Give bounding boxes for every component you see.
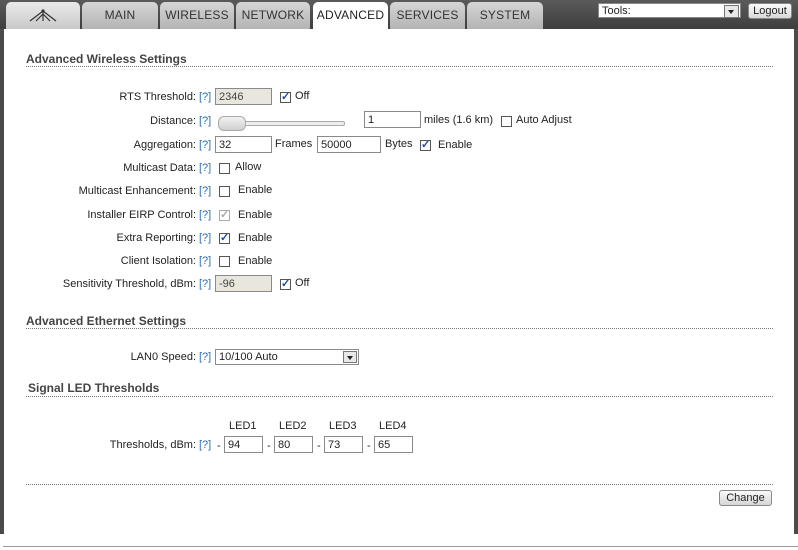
divider [3, 546, 798, 547]
divider [26, 484, 773, 485]
rts-off-checkbox[interactable] [280, 90, 291, 103]
multicast-enhancement-label: Multicast Enhancement: [78, 185, 196, 197]
tab-system[interactable]: SYSTEM [467, 2, 543, 29]
sensitivity-off-checkbox[interactable] [280, 277, 291, 290]
auto-adjust-checkbox[interactable] [501, 116, 512, 127]
installer-eirp-label: Installer EIRP Control: [87, 209, 196, 221]
aggregation-enable-checkbox[interactable] [420, 138, 431, 151]
section-title-led: Signal LED Thresholds [28, 381, 160, 395]
help-link[interactable]: [?] [199, 162, 211, 174]
aggregation-bytes-input[interactable] [317, 136, 381, 153]
frames-label: Frames [275, 138, 313, 150]
tab-wireless[interactable]: WIRELESS [160, 2, 234, 29]
distance-label: Distance: [150, 115, 196, 127]
sensitivity-threshold-input[interactable] [215, 275, 272, 292]
led3-threshold-input[interactable] [324, 436, 363, 453]
led4-header: LED4 [379, 420, 407, 432]
lan0-speed-select[interactable]: 10/100 Auto [215, 349, 359, 365]
help-link[interactable]: [?] [199, 278, 211, 290]
aggregation-frames-input[interactable] [215, 136, 272, 153]
multicast-data-label: Multicast Data: [123, 162, 196, 174]
rts-threshold-input[interactable] [215, 88, 272, 105]
dash: - [367, 440, 371, 452]
led2-header: LED2 [279, 420, 307, 432]
tools-select[interactable]: Tools: [598, 3, 741, 18]
led1-header: LED1 [229, 420, 257, 432]
led1-threshold-input[interactable] [224, 436, 263, 453]
tab-advanced[interactable]: ADVANCED [313, 2, 388, 30]
auto-adjust-label: Auto Adjust [516, 114, 572, 126]
lan0-speed-label: LAN0 Speed: [130, 351, 196, 363]
section-title-ethernet: Advanced Ethernet Settings [26, 314, 187, 328]
extra-reporting-enable-label: Enable [238, 232, 273, 244]
rts-off-label: Off [295, 90, 310, 102]
help-link[interactable]: [?] [199, 209, 211, 221]
client-isolation-enable-label: Enable [238, 255, 273, 267]
rts-threshold-label: RTS Threshold: [119, 91, 196, 103]
installer-eirp-enable-label: Enable [238, 209, 273, 221]
bottom-strip [0, 534, 798, 550]
divider [26, 66, 773, 67]
divider [26, 328, 773, 329]
multicast-data-checkbox[interactable] [219, 163, 230, 174]
help-link[interactable]: [?] [199, 351, 211, 363]
chevron-down-icon[interactable] [343, 351, 357, 363]
multicast-enhancement-checkbox[interactable] [219, 186, 230, 197]
bytes-label: Bytes [385, 138, 413, 150]
extra-reporting-label: Extra Reporting: [116, 232, 196, 244]
logout-button[interactable]: Logout [748, 3, 792, 19]
help-link[interactable]: [?] [199, 139, 211, 151]
dash: - [267, 440, 271, 452]
dash: - [317, 440, 321, 452]
installer-eirp-checkbox[interactable] [219, 208, 230, 221]
lan0-speed-value: 10/100 Auto [219, 351, 278, 363]
sensitivity-off-label: Off [295, 277, 310, 289]
extra-reporting-checkbox[interactable] [219, 231, 230, 244]
change-button[interactable]: Change [719, 490, 772, 506]
tools-select-value: Tools: [602, 5, 631, 17]
logo-tab[interactable] [6, 2, 80, 29]
help-link[interactable]: [?] [199, 91, 211, 103]
divider [26, 396, 773, 397]
aggregation-enable-label: Enable [438, 139, 473, 151]
client-isolation-label: Client Isolation: [120, 255, 196, 267]
dash: - [217, 440, 221, 452]
multicast-enhancement-enable-label: Enable [238, 184, 273, 196]
top-navigation-bar: MAIN WIRELESS NETWORK ADVANCED SERVICES … [0, 0, 798, 30]
distance-input[interactable] [364, 111, 421, 128]
help-link[interactable]: [?] [199, 232, 211, 244]
thresholds-label: Thresholds, dBm: [109, 439, 196, 451]
tab-services[interactable]: SERVICES [390, 2, 465, 29]
help-link[interactable]: [?] [199, 115, 211, 127]
distance-unit-label: miles (1.6 km) [424, 114, 494, 126]
client-isolation-checkbox[interactable] [219, 256, 230, 267]
tab-network[interactable]: NETWORK [236, 2, 310, 29]
tab-main[interactable]: MAIN [82, 2, 158, 29]
led4-threshold-input[interactable] [374, 436, 413, 453]
aggregation-label: Aggregation: [133, 139, 196, 151]
help-link[interactable]: [?] [199, 439, 211, 451]
multicast-data-allow-label: Allow [235, 161, 262, 173]
help-link[interactable]: [?] [199, 255, 211, 267]
distance-slider-handle[interactable] [218, 116, 246, 131]
ubiquiti-logo-icon [29, 9, 57, 22]
help-link[interactable]: [?] [199, 185, 211, 197]
sensitivity-threshold-label: Sensitivity Threshold, dBm: [62, 278, 196, 290]
led3-header: LED3 [329, 420, 357, 432]
section-title-wireless: Advanced Wireless Settings [26, 52, 187, 66]
chevron-down-icon[interactable] [724, 5, 739, 18]
led2-threshold-input[interactable] [274, 436, 313, 453]
